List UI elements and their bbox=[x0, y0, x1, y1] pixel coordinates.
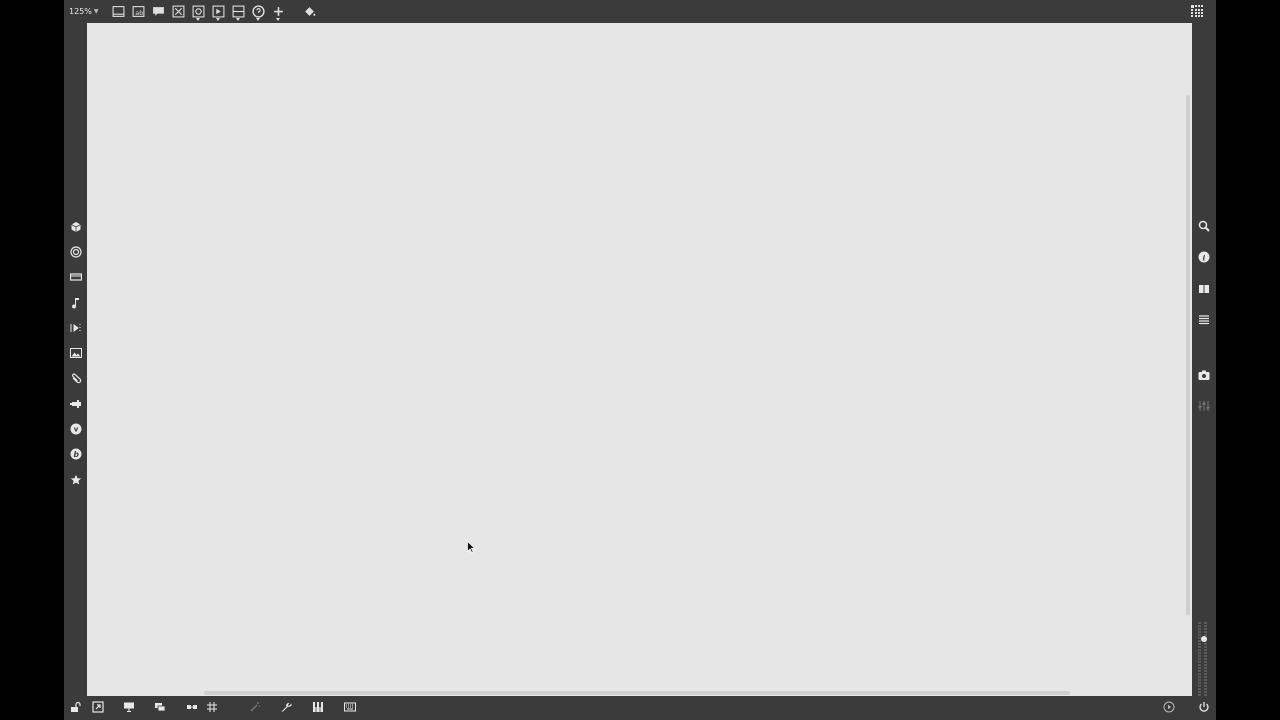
wrench-icon[interactable] bbox=[278, 700, 293, 715]
top-toolbar: 125% ▼ ab bbox=[64, 0, 1216, 23]
piano-icon[interactable] bbox=[310, 700, 325, 715]
vertical-scrollbar[interactable] bbox=[1186, 95, 1190, 615]
volume-meter[interactable] bbox=[1198, 622, 1210, 696]
bottom-toolbar bbox=[64, 696, 1216, 720]
grid-icon[interactable] bbox=[204, 700, 219, 715]
mouse-cursor-icon bbox=[467, 538, 476, 553]
volume-knob[interactable] bbox=[1201, 636, 1207, 642]
target-icon[interactable] bbox=[68, 245, 83, 260]
mixer-icon[interactable] bbox=[1196, 398, 1212, 414]
layers-icon[interactable] bbox=[152, 700, 167, 715]
link-icon[interactable] bbox=[184, 700, 199, 715]
svg-text:v: v bbox=[73, 426, 78, 434]
presentation-icon[interactable] bbox=[121, 700, 136, 715]
dropdown-caret-icon bbox=[216, 18, 220, 21]
book-icon[interactable] bbox=[1196, 281, 1212, 297]
plugin-icon[interactable] bbox=[68, 397, 83, 412]
power-icon[interactable] bbox=[1196, 700, 1211, 715]
split-icon[interactable] bbox=[231, 4, 246, 21]
vimeo-icon[interactable]: v bbox=[68, 422, 83, 437]
lock-icon[interactable] bbox=[68, 700, 83, 715]
edit-window-icon[interactable]: ab bbox=[131, 4, 146, 19]
zoom-label: 125% bbox=[69, 7, 92, 16]
workspace-canvas[interactable] bbox=[87, 23, 1192, 696]
right-sidebar: i bbox=[1192, 0, 1216, 720]
meter-bar-left bbox=[1198, 622, 1201, 696]
magic-icon[interactable] bbox=[247, 700, 262, 715]
close-box-icon[interactable] bbox=[171, 4, 186, 19]
image-icon[interactable] bbox=[68, 346, 83, 361]
star-icon[interactable] bbox=[68, 473, 83, 488]
pitchfork-icon[interactable]: b bbox=[68, 447, 83, 462]
dropdown-caret-icon bbox=[236, 18, 240, 21]
play-box-icon[interactable] bbox=[211, 4, 226, 21]
camera-icon[interactable] bbox=[1196, 367, 1212, 383]
open-external-icon[interactable] bbox=[90, 700, 105, 715]
cube-icon[interactable] bbox=[68, 220, 83, 235]
horizontal-scrollbar[interactable] bbox=[204, 691, 1070, 695]
window-icon[interactable] bbox=[111, 4, 126, 19]
meter-bar-right bbox=[1204, 622, 1207, 696]
play-circle-icon[interactable] bbox=[1161, 700, 1176, 715]
dropdown-caret-icon bbox=[196, 18, 200, 21]
paint-bucket-icon[interactable] bbox=[302, 4, 317, 19]
list-icon[interactable] bbox=[1196, 312, 1212, 328]
chevron-down-icon: ▼ bbox=[93, 8, 99, 15]
keyboard-icon[interactable] bbox=[342, 700, 357, 715]
dropdown-caret-icon bbox=[276, 18, 280, 21]
screen-icon[interactable] bbox=[68, 270, 83, 285]
paperclip-icon[interactable] bbox=[68, 372, 83, 387]
zoom-dropdown[interactable]: 125% ▼ bbox=[69, 7, 99, 16]
dropdown-caret-icon bbox=[256, 18, 260, 21]
search-icon[interactable] bbox=[1196, 218, 1212, 234]
info-icon[interactable]: i bbox=[1196, 249, 1212, 265]
svg-text:ab: ab bbox=[135, 9, 143, 17]
comment-icon[interactable] bbox=[151, 4, 166, 19]
svg-text:b: b bbox=[73, 450, 79, 459]
radio-icon[interactable] bbox=[191, 4, 206, 21]
sequencer-icon[interactable] bbox=[68, 321, 83, 336]
help-icon[interactable] bbox=[251, 4, 266, 21]
app-window: 125% ▼ ab v b i bbox=[64, 0, 1216, 720]
svg-text:i: i bbox=[1203, 254, 1206, 263]
plus-icon[interactable] bbox=[271, 4, 286, 21]
music-note-icon[interactable] bbox=[68, 296, 83, 311]
